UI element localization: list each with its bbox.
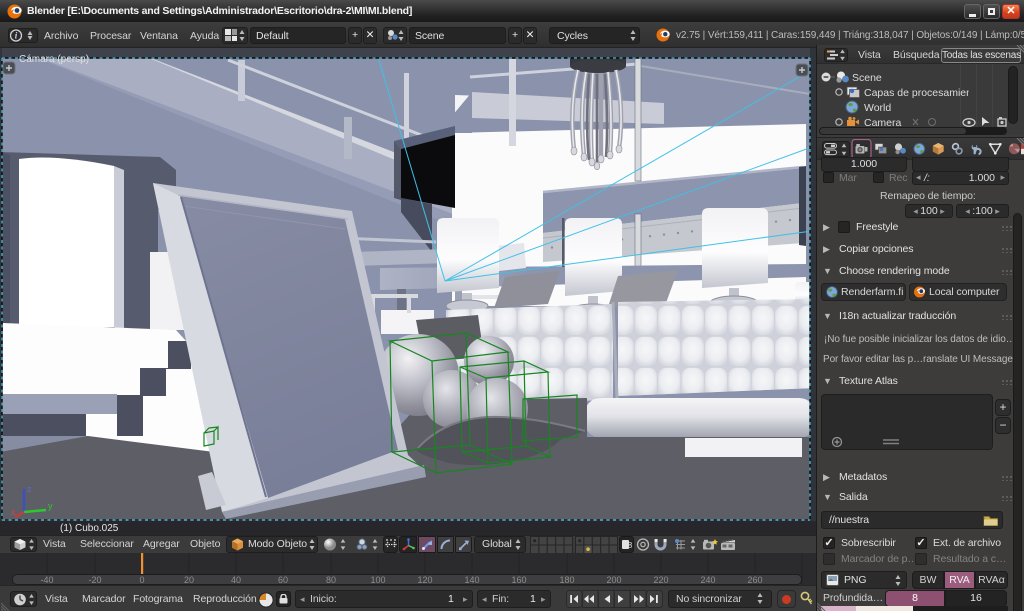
svg-text:(1) Cubo.025: (1) Cubo.025 — [60, 523, 119, 534]
svg-text:-20: -20 — [88, 575, 101, 585]
svg-text:200: 200 — [606, 575, 621, 585]
svg-text:60: 60 — [278, 575, 288, 585]
svg-text:180: 180 — [559, 575, 574, 585]
svg-text:20: 20 — [184, 575, 194, 585]
svg-text:Capas de procesamiento: Capas de procesamiento — [864, 87, 969, 99]
svg-text:220: 220 — [653, 575, 668, 585]
svg-text:240: 240 — [700, 575, 715, 585]
svg-text:Scene: Scene — [852, 72, 882, 84]
svg-text:80: 80 — [326, 575, 336, 585]
svg-text:120: 120 — [417, 575, 432, 585]
svg-text:260: 260 — [747, 575, 762, 585]
svg-text:z: z — [27, 484, 32, 494]
svg-text:140: 140 — [464, 575, 479, 585]
svg-text:Cámara (persp): Cámara (persp) — [19, 54, 89, 65]
svg-text:100: 100 — [370, 575, 385, 585]
svg-text:-40: -40 — [40, 575, 53, 585]
svg-text:0: 0 — [139, 575, 144, 585]
svg-text:40: 40 — [231, 575, 241, 585]
svg-text:i: i — [15, 31, 18, 41]
svg-text:8: 8 — [628, 541, 633, 550]
svg-text:y: y — [48, 501, 53, 511]
svg-text:160: 160 — [511, 575, 526, 585]
svg-text:World: World — [864, 102, 891, 114]
svg-text:x: x — [11, 507, 16, 517]
